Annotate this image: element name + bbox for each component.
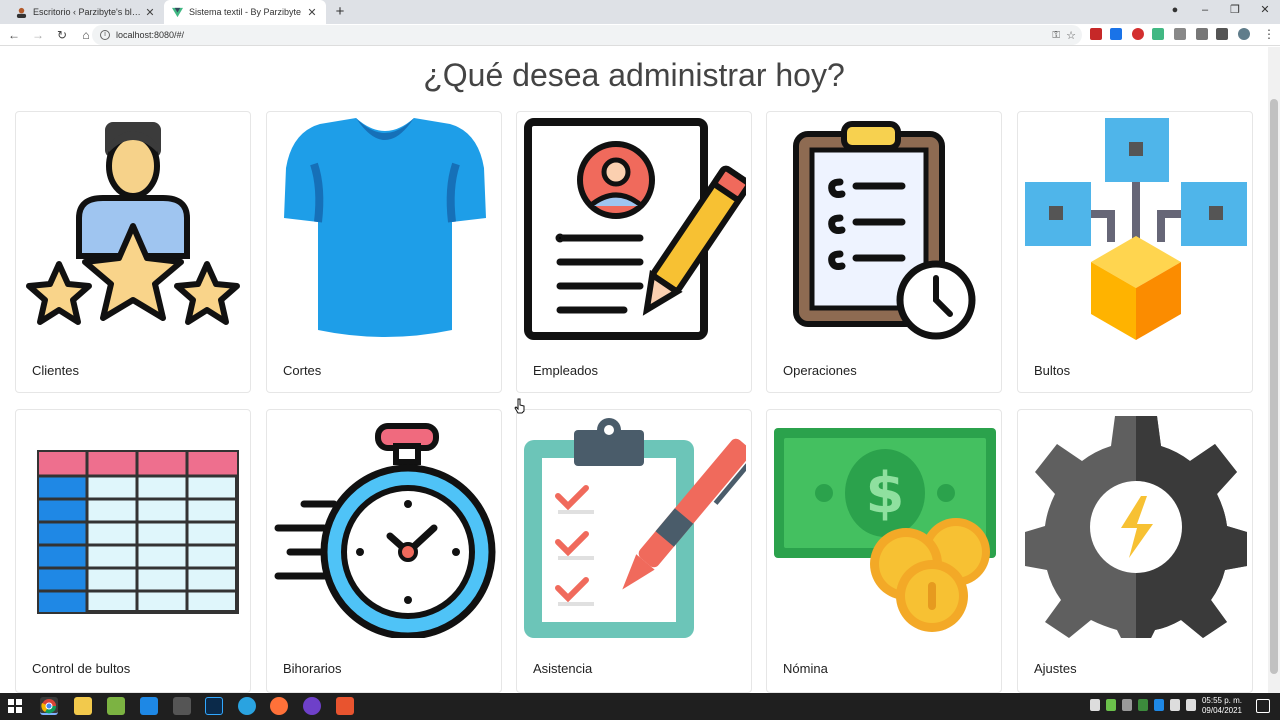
page-content: ¿Qué desea administrar hoy? Clientes Cor… <box>0 47 1268 693</box>
card-clientes[interactable]: Clientes <box>15 111 251 393</box>
close-icon[interactable]: ✕ <box>144 6 156 19</box>
card-label: Operaciones <box>783 363 857 378</box>
card-label: Cortes <box>283 363 322 378</box>
tray-app-icon[interactable] <box>1138 699 1148 711</box>
taskbar: 05:55 p. m. 09/04/2021 <box>0 693 1280 720</box>
card-ajustes[interactable]: Ajustes <box>1017 409 1253 693</box>
puzzle-icon[interactable] <box>1216 28 1228 40</box>
card-bihorarios[interactable]: Bihorarios <box>266 409 502 693</box>
minecraft-icon[interactable] <box>107 697 125 715</box>
vscode-icon[interactable] <box>140 697 158 715</box>
vue-devtools-icon[interactable] <box>1152 28 1164 40</box>
svg-text:$: $ <box>866 461 905 526</box>
app-icon[interactable] <box>336 697 354 715</box>
card-control-de-bultos[interactable]: Control de bultos <box>15 409 251 693</box>
microphone-icon[interactable] <box>1090 699 1100 711</box>
card-label: Clientes <box>32 363 79 378</box>
scrollbar-thumb[interactable] <box>1270 99 1278 674</box>
card-empleados[interactable]: Empleados <box>516 111 752 393</box>
firefox-icon[interactable] <box>270 697 288 715</box>
address-bar[interactable]: i localhost:8080/#/ ⚿ ☆ <box>92 25 1082 45</box>
spreadsheet-icon <box>37 450 239 614</box>
store-icon[interactable] <box>173 697 191 715</box>
card-label: Bihorarios <box>283 661 342 676</box>
photoshop-icon[interactable] <box>205 697 223 715</box>
volume-icon[interactable] <box>1170 699 1180 711</box>
tab-title: Sistema textil - By Parzibyte <box>189 7 302 17</box>
money-icon: $ <box>774 428 996 632</box>
clipboard-clock-icon <box>793 121 976 340</box>
tray-app-icon[interactable] <box>1106 699 1116 711</box>
telegram-icon[interactable] <box>238 697 256 715</box>
card-label: Empleados <box>533 363 599 378</box>
maximize-button[interactable]: ❐ <box>1220 0 1250 22</box>
card-asistencia[interactable]: Asistencia <box>516 409 752 693</box>
card-label: Bultos <box>1034 363 1071 378</box>
notifications-icon[interactable] <box>1256 699 1270 713</box>
card-cortes[interactable]: Cortes <box>266 111 502 393</box>
ublock-icon[interactable] <box>1132 28 1144 40</box>
browser-toolbar: ← → ↻ ⌂ i localhost:8080/#/ ⚿ ☆ <box>0 24 1280 46</box>
hand-cursor-icon <box>514 398 525 414</box>
translate-icon[interactable] <box>1110 28 1122 40</box>
card-label: Asistencia <box>533 661 593 676</box>
extension-puzzle-icon[interactable] <box>1196 28 1208 40</box>
profile-avatar-icon[interactable] <box>1238 28 1250 40</box>
info-icon[interactable]: i <box>100 30 110 40</box>
tab-escritorio[interactable]: Escritorio ‹ Parzibyte's blog — W ✕ <box>8 0 164 24</box>
url-text: localhost:8080/#/ <box>116 30 185 40</box>
tab-strip: Escritorio ‹ Parzibyte's blog — W ✕ Sist… <box>0 0 1280 24</box>
card-operaciones[interactable]: Operaciones <box>766 111 1002 393</box>
network-cube-icon <box>1025 118 1247 340</box>
key-icon[interactable]: ⚿ <box>1052 30 1060 41</box>
back-arrow-icon[interactable]: ← <box>4 25 24 45</box>
battery-icon[interactable] <box>1186 699 1196 711</box>
profile-menu-icon[interactable]: ● <box>1160 0 1190 22</box>
customer-rating-icon <box>26 122 240 325</box>
tab-title: Escritorio ‹ Parzibyte's blog — W <box>33 7 144 17</box>
user-avatar-icon <box>16 7 27 18</box>
close-window-button[interactable]: ✕ <box>1250 0 1280 22</box>
checklist-icon <box>524 418 746 638</box>
clock[interactable]: 05:55 p. m. 09/04/2021 <box>1202 696 1242 716</box>
github-desktop-icon[interactable] <box>303 697 321 715</box>
file-explorer-icon[interactable] <box>74 697 92 715</box>
scrollbar[interactable] <box>1268 47 1280 693</box>
reload-icon[interactable]: ↻ <box>52 25 72 45</box>
star-icon[interactable]: ☆ <box>1066 29 1076 42</box>
gear-icon <box>1025 416 1247 638</box>
card-nomina[interactable]: $ Nómina <box>766 409 1002 693</box>
card-bultos[interactable]: Bultos <box>1017 111 1253 393</box>
windows-start-icon[interactable] <box>8 699 22 713</box>
clock-time: 05:55 p. m. <box>1201 696 1242 705</box>
clock-date: 09/04/2021 <box>1201 706 1242 715</box>
forward-arrow-icon[interactable]: → <box>28 25 48 45</box>
page-title: ¿Qué desea administrar hoy? <box>423 57 845 93</box>
card-label: Nómina <box>783 661 828 676</box>
menu-kebab-icon[interactable]: ⋮ <box>1263 27 1275 41</box>
chrome-taskbar-icon[interactable] <box>40 697 58 715</box>
card-label: Ajustes <box>1034 661 1077 676</box>
tray-app-icon[interactable] <box>1122 699 1132 711</box>
minimize-button[interactable]: – <box>1190 0 1220 22</box>
tshirt-icon <box>284 118 486 337</box>
resume-icon <box>524 118 746 340</box>
tab-sistema-textil[interactable]: Sistema textil - By Parzibyte ✕ <box>164 0 326 24</box>
extension-icon[interactable] <box>1090 28 1102 40</box>
new-tab-button[interactable]: + <box>332 3 348 20</box>
camera-icon[interactable] <box>1174 28 1186 40</box>
network-icon[interactable] <box>1154 699 1164 711</box>
card-label: Control de bultos <box>32 661 131 676</box>
close-icon[interactable]: ✕ <box>306 6 318 19</box>
stopwatch-icon <box>274 423 496 638</box>
vue-logo-icon <box>172 7 183 17</box>
